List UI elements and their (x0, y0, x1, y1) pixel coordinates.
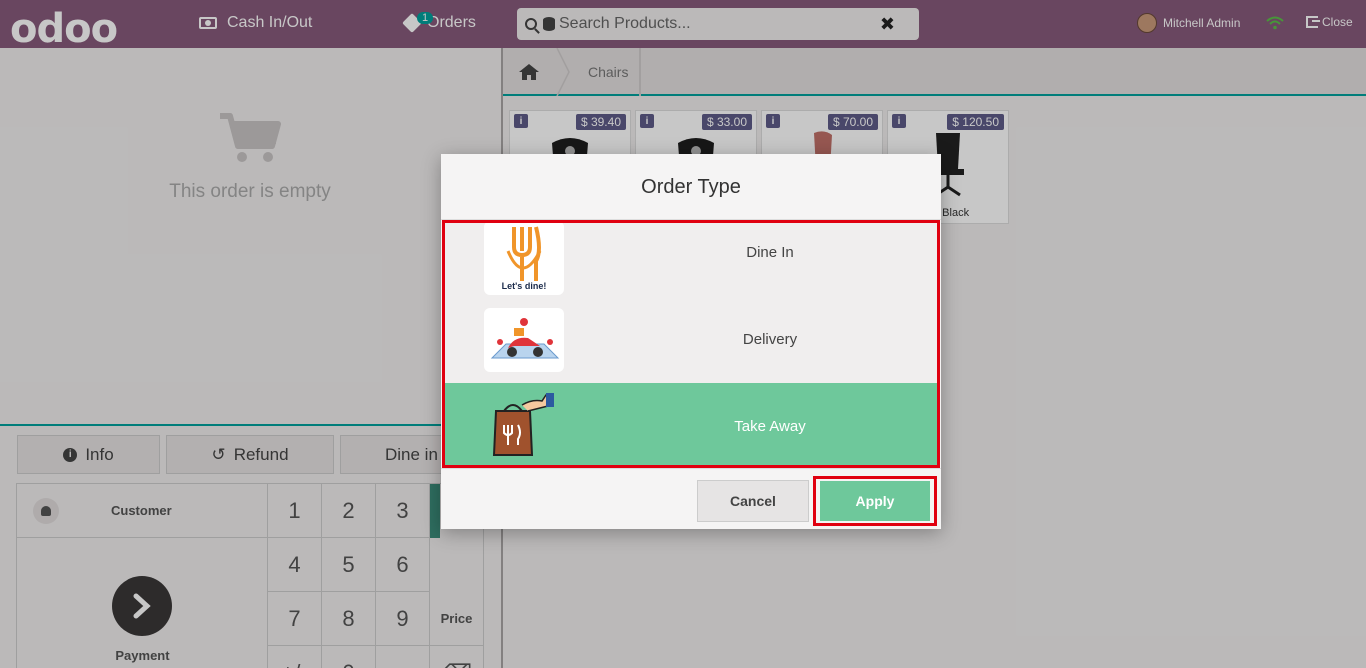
apply-button[interactable]: Apply (820, 481, 930, 521)
option-dine-in[interactable]: Let's dine! Dine In (445, 223, 937, 296)
dine-in-image: Let's dine! (484, 223, 564, 295)
option-label: Take Away (734, 418, 806, 435)
order-type-dialog: Order Type Let's dine! Dine In Delivery … (441, 154, 941, 529)
dialog-footer: Cancel Apply (441, 468, 941, 529)
option-take-away[interactable]: Take Away (445, 383, 937, 465)
delivery-image (484, 308, 564, 372)
apply-highlight: Apply (813, 476, 937, 526)
option-label: Dine In (746, 244, 794, 261)
scooter-icon (490, 318, 560, 359)
take-away-image (484, 393, 564, 457)
option-label: Delivery (742, 331, 798, 348)
pos-app: odoo Cash In/Out 1 Orders ✖ Mitchell Adm… (0, 0, 1366, 668)
takeaway-bag-icon (492, 393, 554, 456)
dine-in-image-caption: Let's dine! (501, 281, 547, 291)
cancel-button[interactable]: Cancel (697, 480, 809, 522)
order-type-options: Let's dine! Dine In Delivery Take Away (442, 220, 940, 468)
dialog-title: Order Type (441, 154, 941, 220)
option-delivery[interactable]: Delivery (445, 296, 937, 383)
